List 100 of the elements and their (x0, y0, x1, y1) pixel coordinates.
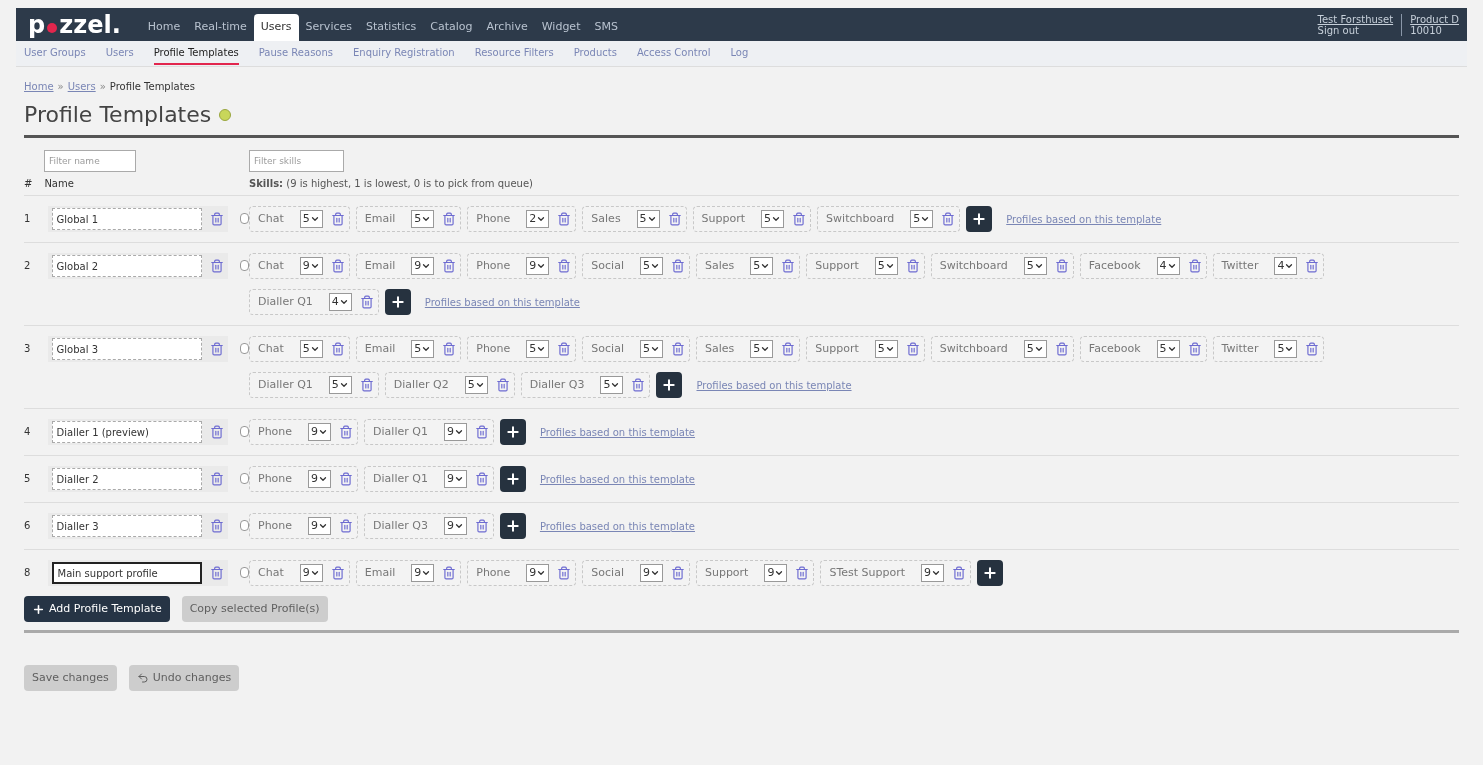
skill-level-select[interactable]: 9 (921, 564, 945, 582)
name-filter-field[interactable]: Filter name (44, 150, 136, 172)
main-nav-tab[interactable]: Catalog (423, 14, 480, 41)
skill-level-select[interactable]: 9 (526, 564, 550, 582)
user-menu-title[interactable]: Test Forsthuset (1317, 13, 1394, 25)
skill-level-select[interactable]: 9 (764, 564, 788, 582)
trash-icon[interactable] (330, 259, 345, 273)
trash-icon[interactable] (339, 425, 354, 439)
skill-level-select[interactable]: 9 (411, 564, 435, 582)
main-nav-tab[interactable]: Home (140, 14, 188, 41)
add-skill-button[interactable] (656, 372, 683, 398)
skill-level-select[interactable]: 5 (411, 210, 435, 228)
trash-icon[interactable] (905, 259, 920, 273)
trash-icon[interactable] (330, 566, 345, 580)
skill-level-select[interactable]: 5 (1156, 340, 1180, 358)
skill-level-select[interactable]: 5 (328, 376, 352, 394)
skill-level-select[interactable]: 9 (443, 517, 467, 535)
trash-icon[interactable] (209, 519, 224, 533)
skill-level-select[interactable]: 5 (1023, 257, 1047, 275)
trash-icon[interactable] (557, 259, 572, 273)
user-menu-title[interactable]: Product D (1410, 13, 1459, 25)
add-skill-button[interactable] (499, 513, 526, 539)
trash-icon[interactable] (670, 259, 685, 273)
trash-icon[interactable] (339, 472, 354, 486)
add-skill-button[interactable] (499, 419, 526, 445)
skill-level-select[interactable]: 5 (299, 340, 323, 358)
skill-level-select[interactable]: 9 (411, 257, 435, 275)
trash-icon[interactable] (209, 342, 224, 356)
template-name-field[interactable]: Dialler 1 (preview) (51, 421, 202, 443)
trash-icon[interactable] (442, 259, 457, 273)
skill-level-select[interactable]: 9 (443, 423, 467, 441)
template-name-field[interactable]: Dialler 2 (51, 468, 202, 490)
skill-level-select[interactable]: 5 (750, 257, 774, 275)
trash-icon[interactable] (359, 295, 374, 309)
main-nav-tab[interactable]: Archive (479, 14, 535, 41)
trash-icon[interactable] (631, 378, 646, 392)
skill-level-select[interactable]: 5 (761, 210, 785, 228)
skill-level-select[interactable]: 5 (1023, 340, 1047, 358)
skill-level-select[interactable]: 5 (874, 257, 898, 275)
trash-icon[interactable] (330, 212, 345, 226)
trash-icon[interactable] (1054, 259, 1069, 273)
skill-level-select[interactable]: 5 (526, 340, 550, 358)
main-nav-tab[interactable]: SMS (587, 14, 625, 41)
trash-icon[interactable] (209, 212, 224, 226)
sub-nav-tab[interactable]: Profile Templates (153, 42, 239, 65)
skill-level-select[interactable]: 9 (443, 470, 467, 488)
trash-icon[interactable] (442, 342, 457, 356)
skill-level-select[interactable]: 2 (526, 210, 550, 228)
skill-level-select[interactable]: 5 (639, 340, 663, 358)
template-name-field[interactable]: Main support profile (51, 562, 202, 584)
skill-level-select[interactable]: 9 (299, 257, 323, 275)
trash-icon[interactable] (209, 566, 224, 580)
trash-icon[interactable] (557, 342, 572, 356)
trash-icon[interactable] (952, 566, 967, 580)
trash-icon[interactable] (905, 342, 920, 356)
skill-level-select[interactable]: 9 (639, 564, 663, 582)
user-menu-subtitle[interactable]: Sign out (1317, 24, 1394, 36)
trash-icon[interactable] (474, 425, 489, 439)
trash-icon[interactable] (1305, 342, 1320, 356)
skill-level-select[interactable]: 5 (874, 340, 898, 358)
skill-level-select[interactable]: 9 (526, 257, 550, 275)
trash-icon[interactable] (1054, 342, 1069, 356)
skill-level-select[interactable]: 4 (1156, 257, 1180, 275)
help-icon[interactable] (219, 108, 232, 121)
skill-level-select[interactable]: 5 (464, 376, 488, 394)
trash-icon[interactable] (1187, 342, 1202, 356)
trash-icon[interactable] (667, 212, 682, 226)
trash-icon[interactable] (781, 342, 796, 356)
skill-level-select[interactable]: 9 (308, 423, 332, 441)
trash-icon[interactable] (474, 519, 489, 533)
trash-icon[interactable] (330, 342, 345, 356)
skill-level-select[interactable]: 5 (636, 210, 660, 228)
main-nav-tab[interactable]: Widget (534, 14, 588, 41)
trash-icon[interactable] (495, 378, 510, 392)
template-name-field[interactable]: Dialler 3 (51, 515, 202, 537)
skill-level-select[interactable]: 9 (299, 564, 323, 582)
trash-icon[interactable] (442, 566, 457, 580)
skill-level-select[interactable]: 9 (308, 470, 332, 488)
skill-level-select[interactable]: 4 (1274, 257, 1298, 275)
trash-icon[interactable] (1305, 259, 1320, 273)
trash-icon[interactable] (442, 212, 457, 226)
add-skill-button[interactable] (966, 206, 993, 232)
main-nav-tab[interactable]: Real-time (187, 14, 254, 41)
skill-level-select[interactable]: 5 (910, 210, 934, 228)
skill-level-select[interactable]: 5 (299, 210, 323, 228)
trash-icon[interactable] (795, 566, 810, 580)
skill-level-select[interactable]: 4 (328, 293, 352, 311)
main-nav-tab[interactable]: Services (298, 14, 359, 41)
trash-icon[interactable] (1187, 259, 1202, 273)
trash-icon[interactable] (781, 259, 796, 273)
trash-icon[interactable] (359, 378, 374, 392)
trash-icon[interactable] (339, 519, 354, 533)
trash-icon[interactable] (209, 425, 224, 439)
trash-icon[interactable] (209, 472, 224, 486)
skill-level-select[interactable]: 5 (411, 340, 435, 358)
main-nav-tab[interactable]: Statistics (359, 14, 424, 41)
add-template-button[interactable]: Add Profile Template (24, 596, 170, 622)
skill-level-select[interactable]: 9 (308, 517, 332, 535)
trash-icon[interactable] (941, 212, 956, 226)
add-skill-button[interactable] (384, 289, 411, 315)
